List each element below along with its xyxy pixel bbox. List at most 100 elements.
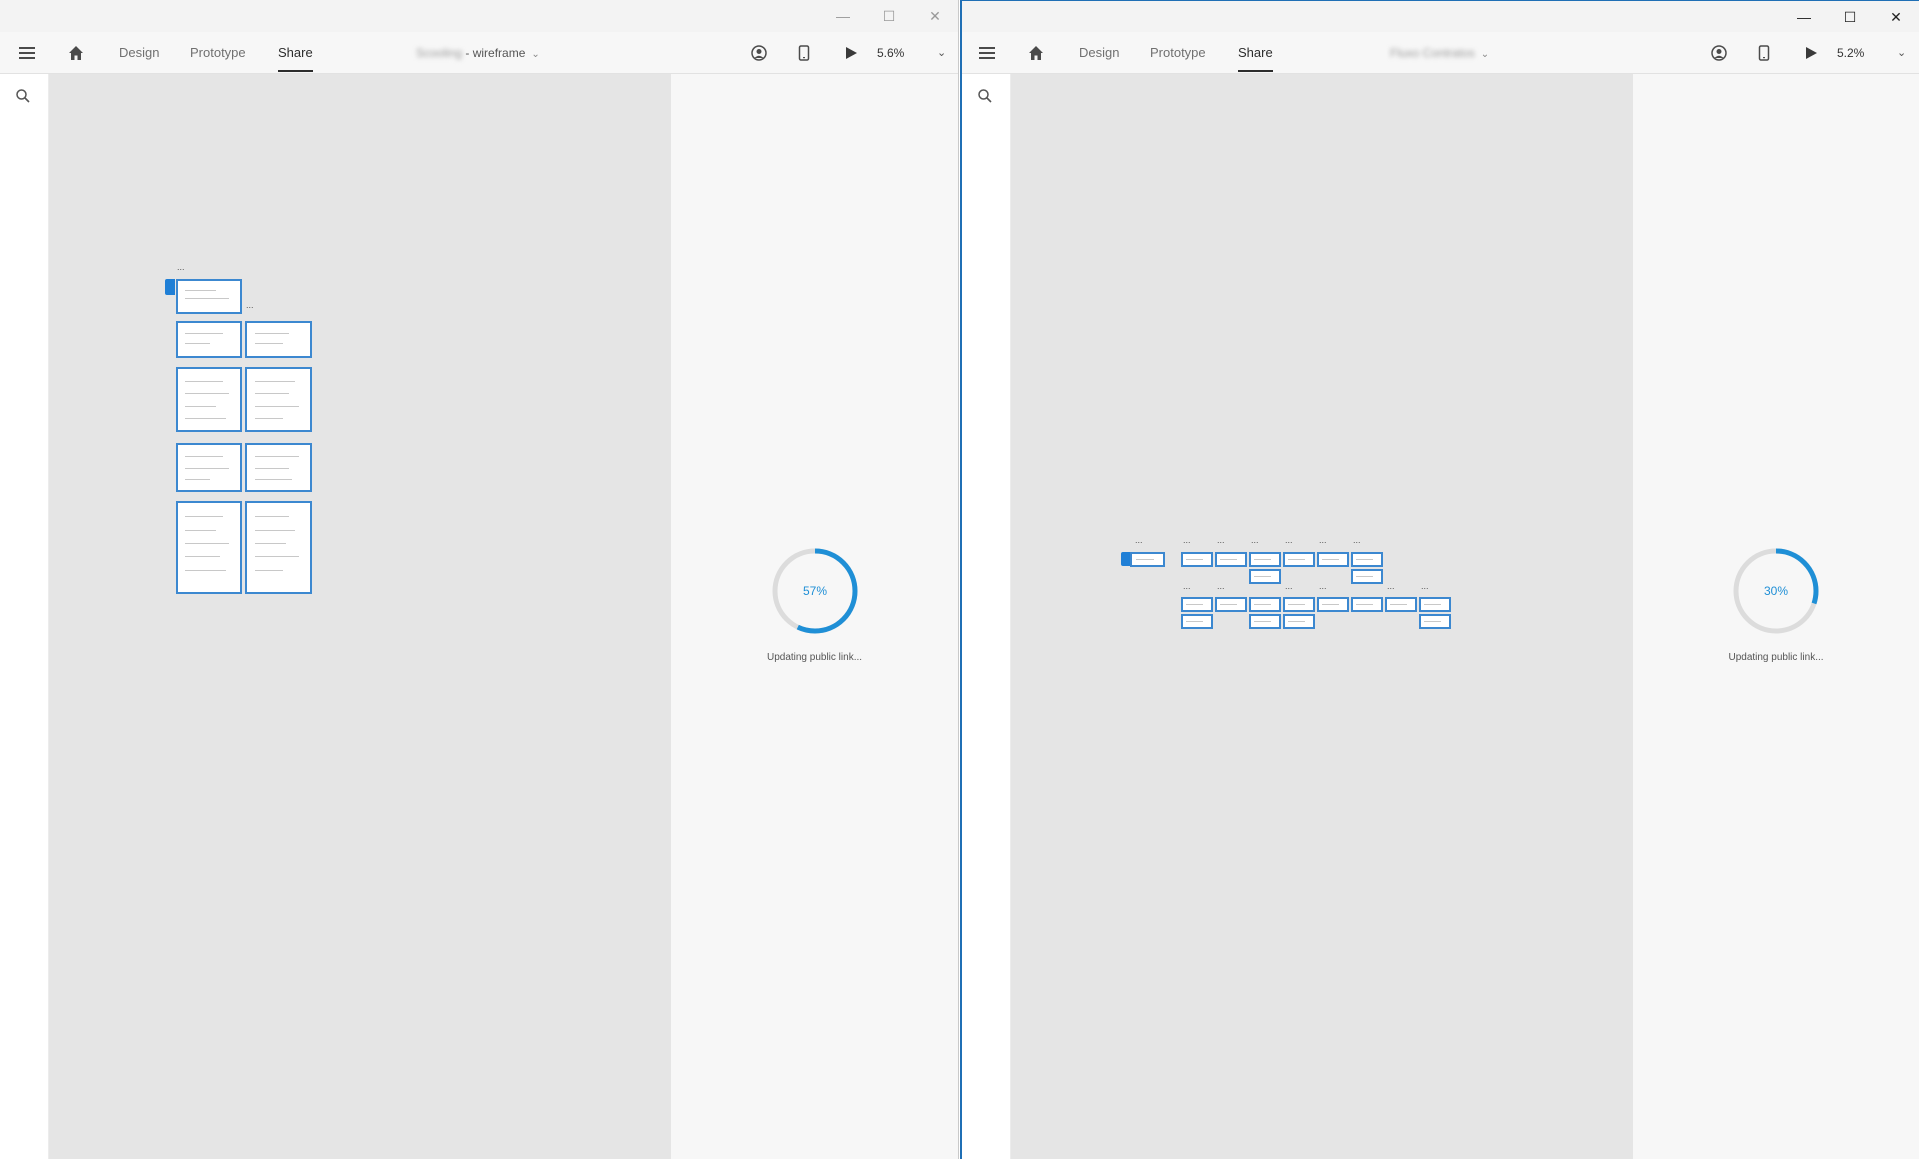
minimize-icon[interactable]: — bbox=[1781, 1, 1827, 33]
document-title[interactable]: Fluxo Contratos ⌄ bbox=[1390, 32, 1489, 74]
artboard-label: ... bbox=[1421, 581, 1429, 591]
artboard-thumbnail[interactable] bbox=[1181, 614, 1213, 629]
artboard-label: ... bbox=[1387, 581, 1395, 591]
progress-ring: 30% bbox=[1733, 548, 1819, 634]
tab-prototype[interactable]: Prototype bbox=[1150, 32, 1206, 74]
artboard-label: ... bbox=[1285, 581, 1293, 591]
progress-caption: Updating public link... bbox=[766, 652, 863, 663]
artboard-label: ... bbox=[1353, 535, 1361, 545]
user-icon[interactable] bbox=[1704, 32, 1734, 74]
left-panel bbox=[0, 74, 49, 1159]
chevron-down-icon[interactable]: ⌄ bbox=[937, 32, 946, 74]
progress-percent: 30% bbox=[1764, 584, 1788, 598]
title-bar: — ☐ ✕ bbox=[962, 0, 1919, 32]
upload-progress: 57% Updating public link... bbox=[671, 546, 958, 663]
artboard-thumbnail[interactable] bbox=[1317, 552, 1349, 567]
chevron-down-icon: ⌄ bbox=[531, 49, 540, 60]
artboard-thumbnail[interactable] bbox=[176, 321, 242, 358]
hamburger-menu-icon[interactable] bbox=[12, 32, 42, 74]
xd-window-left: — ☐ ✕ Design Prototype Share Scooling - … bbox=[0, 0, 959, 1159]
artboard-thumbnail[interactable] bbox=[1317, 597, 1349, 612]
artboard-label: ... bbox=[1135, 535, 1143, 545]
artboard-label: ... bbox=[1251, 535, 1259, 545]
artboard-thumbnail[interactable] bbox=[1419, 597, 1451, 612]
chevron-down-icon[interactable]: ⌄ bbox=[1897, 32, 1906, 74]
play-icon[interactable] bbox=[1796, 32, 1826, 74]
minimize-icon[interactable]: — bbox=[820, 0, 866, 32]
maximize-icon[interactable]: ☐ bbox=[1827, 1, 1873, 33]
close-icon[interactable]: ✕ bbox=[912, 0, 958, 32]
title-bar: — ☐ ✕ bbox=[0, 0, 958, 32]
document-name-blurred: Fluxo Contratos bbox=[1390, 46, 1475, 60]
artboard-thumbnail[interactable] bbox=[1249, 569, 1281, 584]
artboard-label: ... bbox=[1319, 581, 1327, 591]
tab-design[interactable]: Design bbox=[119, 32, 159, 74]
design-canvas[interactable]: ... ... ... ... ... ... ... ... ... ... … bbox=[1011, 74, 1633, 1159]
progress-ring: 57% bbox=[772, 548, 857, 634]
share-panel: 30% Updating public link... bbox=[1633, 74, 1919, 1159]
document-title[interactable]: Scooling - wireframe ⌄ bbox=[416, 32, 540, 74]
artboard-thumbnail[interactable] bbox=[1249, 552, 1281, 567]
artboard-thumbnail[interactable] bbox=[1351, 552, 1383, 567]
artboard-thumbnail[interactable] bbox=[1351, 569, 1383, 584]
tab-share[interactable]: Share bbox=[1238, 32, 1273, 74]
artboard-thumbnail[interactable] bbox=[1283, 552, 1315, 567]
artboard-thumbnail[interactable] bbox=[1419, 614, 1451, 629]
tab-prototype[interactable]: Prototype bbox=[190, 32, 246, 74]
artboard-thumbnail[interactable] bbox=[1215, 597, 1247, 612]
window-controls: — ☐ ✕ bbox=[820, 0, 958, 32]
tab-design[interactable]: Design bbox=[1079, 32, 1119, 74]
artboard-thumbnail[interactable] bbox=[245, 367, 312, 432]
artboard-label: ... bbox=[1285, 535, 1293, 545]
search-icon[interactable] bbox=[15, 88, 31, 109]
progress-caption: Updating public link... bbox=[1728, 652, 1824, 663]
app-toolbar: Design Prototype Share Scooling - wirefr… bbox=[0, 32, 958, 74]
artboard-label: ... bbox=[1319, 535, 1327, 545]
artboard-thumbnail[interactable] bbox=[1249, 614, 1281, 629]
close-icon[interactable]: ✕ bbox=[1873, 1, 1919, 33]
hamburger-menu-icon[interactable] bbox=[972, 32, 1002, 74]
play-icon[interactable] bbox=[836, 32, 866, 74]
tab-share[interactable]: Share bbox=[278, 32, 313, 74]
zoom-level[interactable]: 5.2% bbox=[1837, 32, 1864, 74]
artboard-thumbnail[interactable] bbox=[1215, 552, 1247, 567]
progress-percent: 57% bbox=[802, 584, 826, 598]
mobile-device-icon[interactable] bbox=[789, 32, 819, 74]
artboard-thumbnail[interactable] bbox=[1351, 597, 1383, 612]
artboard-label: ... bbox=[177, 262, 185, 272]
artboard-thumbnail[interactable] bbox=[1181, 552, 1213, 567]
artboard-label: ... bbox=[246, 300, 254, 310]
artboard-label: ... bbox=[1217, 581, 1225, 591]
artboard-thumbnail[interactable] bbox=[1283, 614, 1315, 629]
zoom-level[interactable]: 5.6% bbox=[877, 32, 904, 74]
artboard-thumbnail[interactable] bbox=[1249, 597, 1281, 612]
user-icon[interactable] bbox=[744, 32, 774, 74]
artboard-thumbnail[interactable] bbox=[245, 321, 312, 358]
home-icon[interactable] bbox=[1021, 32, 1051, 74]
left-panel bbox=[962, 74, 1011, 1159]
artboard-thumbnail[interactable] bbox=[245, 443, 312, 492]
document-name-suffix: - wireframe bbox=[462, 46, 526, 60]
document-name-blurred: Scooling bbox=[416, 46, 463, 60]
artboard-thumbnail[interactable] bbox=[1385, 597, 1417, 612]
artboard-thumbnail[interactable] bbox=[176, 279, 242, 314]
home-icon[interactable] bbox=[61, 32, 91, 74]
artboard-thumbnail[interactable] bbox=[1130, 552, 1165, 567]
maximize-icon[interactable]: ☐ bbox=[866, 0, 912, 32]
artboard-label: ... bbox=[1183, 581, 1191, 591]
artboard-thumbnail[interactable] bbox=[176, 443, 242, 492]
artboard-thumbnail[interactable] bbox=[1181, 597, 1213, 612]
artboard-thumbnail[interactable] bbox=[245, 501, 312, 594]
mobile-device-icon[interactable] bbox=[1749, 32, 1779, 74]
search-icon[interactable] bbox=[977, 88, 993, 109]
flow-start-marker[interactable] bbox=[165, 279, 175, 295]
share-panel: 57% Updating public link... bbox=[671, 74, 958, 1159]
design-canvas[interactable]: ... ... bbox=[49, 74, 671, 1159]
artboard-thumbnail[interactable] bbox=[1283, 597, 1315, 612]
xd-window-right: — ☐ ✕ Design Prototype Share Fluxo Contr… bbox=[960, 0, 1919, 1159]
app-toolbar: Design Prototype Share Fluxo Contratos ⌄ … bbox=[962, 32, 1919, 74]
artboard-thumbnail[interactable] bbox=[176, 501, 242, 594]
artboard-thumbnail[interactable] bbox=[176, 367, 242, 432]
artboard-label: ... bbox=[1183, 535, 1191, 545]
chevron-down-icon: ⌄ bbox=[1480, 49, 1490, 60]
